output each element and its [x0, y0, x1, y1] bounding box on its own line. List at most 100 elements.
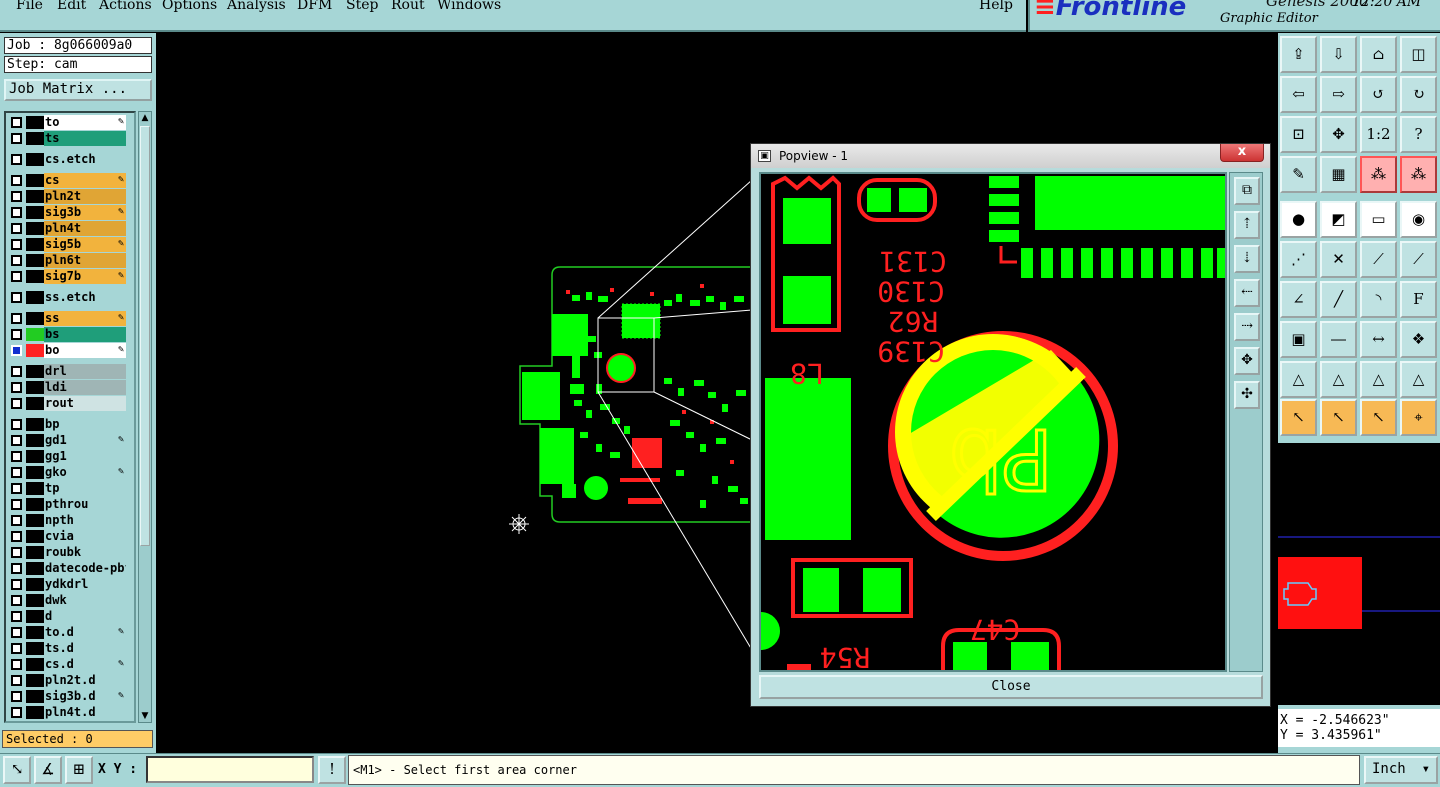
triangle-b-icon[interactable]: △: [1320, 361, 1357, 398]
layer-row[interactable]: cs ✎: [8, 173, 128, 188]
layer-color-swatch[interactable]: [26, 626, 44, 639]
layer-checkbox[interactable]: [11, 643, 22, 654]
layer-checkbox[interactable]: [11, 175, 22, 186]
layer-checkbox[interactable]: [11, 292, 22, 303]
layer-name[interactable]: sig5b ✎: [44, 237, 126, 252]
layer-color-swatch[interactable]: [26, 562, 44, 575]
layer-row[interactable]: pln2t.d: [8, 673, 128, 688]
measure-angle-icon[interactable]: ∡: [34, 756, 62, 784]
layer-name[interactable]: ss ✎: [44, 311, 126, 326]
layer-name[interactable]: d: [44, 609, 126, 624]
scroll-down-icon[interactable]: ▼: [139, 710, 151, 722]
layer-name[interactable]: cs.etch: [44, 152, 126, 167]
layer-name[interactable]: ts: [44, 131, 126, 146]
layer-name[interactable]: pln4t.d: [44, 705, 126, 720]
layer-checkbox[interactable]: [11, 547, 22, 558]
view-left-icon[interactable]: ⇦: [1280, 76, 1317, 113]
add-pad-icon[interactable]: ●: [1280, 201, 1317, 238]
menu-edit[interactable]: Edit: [57, 0, 86, 13]
layer-checkbox[interactable]: [11, 329, 22, 340]
layer-checkbox[interactable]: [11, 467, 22, 478]
layer-color-swatch[interactable]: [26, 238, 44, 251]
layer-color-swatch[interactable]: [26, 466, 44, 479]
layer-checkbox[interactable]: [11, 207, 22, 218]
layer-row[interactable]: sig7b ✎: [8, 269, 128, 284]
layer-checkbox[interactable]: [11, 435, 22, 446]
layer-checkbox[interactable]: [11, 675, 22, 686]
diagonal-line-icon[interactable]: ╱: [1320, 281, 1357, 318]
popview-zoom-fit-icon[interactable]: ⧉: [1234, 177, 1260, 205]
layer-name[interactable]: datecode-pbf: [44, 561, 126, 576]
layer-row[interactable]: ldi: [8, 380, 128, 395]
popview-pan-down-icon[interactable]: ⇣: [1234, 245, 1260, 273]
layer-color-swatch[interactable]: [26, 530, 44, 543]
layer-checkbox[interactable]: [11, 691, 22, 702]
layer-color-swatch[interactable]: [26, 674, 44, 687]
zoom-center-icon[interactable]: ✥: [1320, 116, 1357, 153]
home-icon[interactable]: ⌂: [1360, 36, 1397, 73]
layer-name[interactable]: drl: [44, 364, 126, 379]
layer-checkbox[interactable]: [11, 563, 22, 574]
layer-checkbox[interactable]: [11, 117, 22, 128]
layer-color-swatch[interactable]: [26, 190, 44, 203]
layer-color-swatch[interactable]: [26, 418, 44, 431]
view-down-icon[interactable]: ⇩: [1320, 36, 1357, 73]
layer-row[interactable]: pln2t: [8, 189, 128, 204]
layer-name[interactable]: sig7b ✎: [44, 269, 126, 284]
menu-dfm[interactable]: DFM: [297, 0, 332, 13]
menu-windows[interactable]: Windows: [437, 0, 501, 13]
layer-row[interactable]: d: [8, 609, 128, 624]
overview-thumbnail[interactable]: [1278, 443, 1440, 705]
xy-input[interactable]: [146, 756, 314, 783]
layer-row[interactable]: sig5b ✎: [8, 237, 128, 252]
layer-name[interactable]: to.d ✎: [44, 625, 126, 640]
layer-name[interactable]: rout: [44, 396, 126, 411]
layer-name[interactable]: to ✎: [44, 115, 126, 130]
select-box-icon[interactable]: ↖: [1320, 399, 1357, 436]
layer-name[interactable]: dwk: [44, 593, 126, 608]
menu-analysis[interactable]: Analysis: [227, 0, 286, 13]
layer-name[interactable]: ldi: [44, 380, 126, 395]
layer-color-swatch[interactable]: [26, 291, 44, 304]
layer-checkbox[interactable]: [11, 611, 22, 622]
layer-name[interactable]: npth: [44, 513, 126, 528]
layer-name[interactable]: gko ✎: [44, 465, 126, 480]
angle-line-icon[interactable]: ∠: [1280, 281, 1317, 318]
layer-checkbox[interactable]: [11, 579, 22, 590]
layer-row[interactable]: pln4t.d: [8, 705, 128, 720]
layer-color-swatch[interactable]: [26, 132, 44, 145]
layer-checkbox[interactable]: [11, 627, 22, 638]
grid-icon[interactable]: ▦: [1320, 156, 1357, 193]
zoom-area-icon[interactable]: ⤡: [3, 756, 31, 784]
arc-icon[interactable]: ◝: [1360, 281, 1397, 318]
layer-color-swatch[interactable]: [26, 546, 44, 559]
layer-name[interactable]: cvia: [44, 529, 126, 544]
popview-titlebar[interactable]: ▣ Popview - 1 x: [751, 144, 1270, 168]
layer-name[interactable]: bs: [44, 327, 126, 342]
layer-name[interactable]: gd1 ✎: [44, 433, 126, 448]
layer-name[interactable]: tp: [44, 481, 126, 496]
popview-zoom-out-icon[interactable]: ✣: [1234, 381, 1260, 409]
layer-color-swatch[interactable]: [26, 514, 44, 527]
layer-name[interactable]: gg1: [44, 449, 126, 464]
layer-row[interactable]: gg1: [8, 449, 128, 464]
layer-color-swatch[interactable]: [26, 254, 44, 267]
layer-name[interactable]: pln2t: [44, 189, 126, 204]
help-icon[interactable]: ?: [1400, 116, 1437, 153]
snap-off-icon[interactable]: ⁂: [1400, 156, 1437, 193]
layer-color-swatch[interactable]: [26, 270, 44, 283]
layer-row[interactable]: gd1 ✎: [8, 433, 128, 448]
layer-row[interactable]: sig3b ✎: [8, 205, 128, 220]
layer-checkbox[interactable]: [11, 515, 22, 526]
layer-checkbox[interactable]: [11, 313, 22, 324]
layer-name[interactable]: cs.d ✎: [44, 657, 126, 672]
layer-color-swatch[interactable]: [26, 610, 44, 623]
layer-checkbox[interactable]: [11, 451, 22, 462]
layer-color-swatch[interactable]: [26, 642, 44, 655]
layer-row[interactable]: cs.etch: [8, 152, 128, 167]
layer-name[interactable]: ss.etch: [44, 290, 126, 305]
measure-icon[interactable]: ↔: [1360, 321, 1397, 358]
menu-actions[interactable]: Actions: [99, 0, 152, 13]
layer-checkbox[interactable]: [11, 531, 22, 542]
layer-list-scrollbar[interactable]: ▲ ▼: [138, 111, 152, 723]
